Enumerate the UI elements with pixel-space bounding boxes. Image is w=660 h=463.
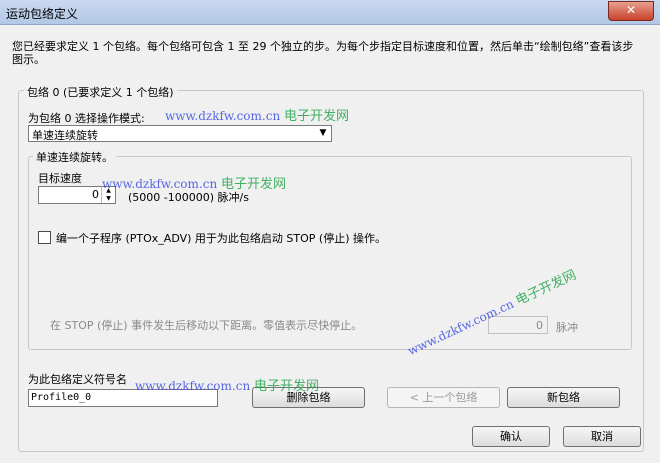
mode-sub-group-legend: 单速连续旋转。	[33, 149, 116, 165]
mode-label: 为包络 0 选择操作模式:	[28, 112, 145, 125]
watermark: www.dzkfw.com.cn 电子开发网	[102, 177, 287, 192]
mode-select[interactable]: 单速连续旋转 ▼	[28, 125, 332, 142]
target-speed-value: 0	[92, 188, 99, 201]
watermark: www.dzkfw.com.cn 电子开发网	[165, 109, 350, 124]
envelope-group-legend: 包络 0 (已要求定义 1 个包络)	[24, 84, 177, 100]
cancel-button[interactable]: 取消	[563, 426, 641, 447]
subroutine-checkbox-label: 编一个子程序 (PTOx_ADV) 用于为此包络启动 STOP (停止) 操作。	[56, 232, 386, 245]
stop-distance-label: 在 STOP (停止) 事件发生后移动以下距离。零值表示尽快停止。	[50, 319, 363, 332]
window-title: 运动包络定义	[6, 7, 79, 21]
stop-distance-value: 0	[536, 319, 543, 332]
symbol-name-value: Profile0_0	[31, 392, 92, 403]
subroutine-checkbox[interactable]	[38, 231, 51, 244]
prev-envelope-button[interactable]: < 上一个包络	[387, 387, 500, 408]
intro-text: 您已经要求定义 1 个包络。每个包络可包含 1 至 29 个独立的步。为每个步指…	[12, 40, 634, 66]
close-button[interactable]: ✕	[608, 1, 654, 21]
stop-distance-unit: 脉冲	[556, 321, 578, 334]
close-icon: ✕	[625, 3, 637, 17]
symbol-name-label: 为此包络定义符号名	[28, 373, 127, 386]
target-speed-label: 目标速度	[38, 172, 82, 185]
new-envelope-button[interactable]: 新包络	[507, 387, 620, 408]
ok-button[interactable]: 确认	[472, 426, 550, 447]
chevron-down-icon[interactable]: ▼	[315, 126, 331, 141]
watermark: www.dzkfw.com.cn 电子开发网	[135, 379, 320, 394]
title-bar: 运动包络定义 ✕	[0, 0, 660, 25]
mode-select-value: 单速连续旋转	[32, 129, 98, 142]
